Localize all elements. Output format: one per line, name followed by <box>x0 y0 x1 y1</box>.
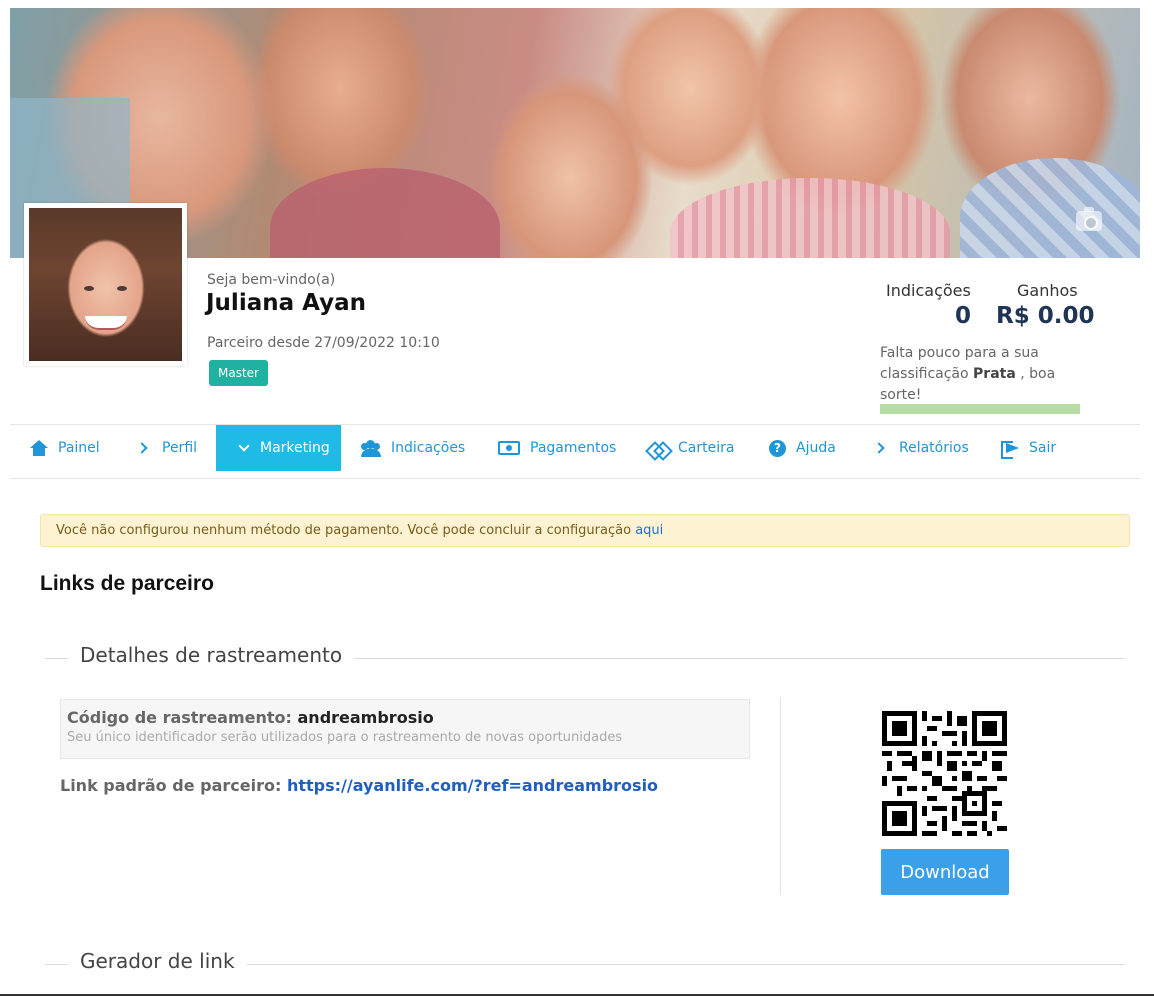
partner-since: Parceiro desde 27/09/2022 10:10 <box>207 335 440 351</box>
nav-label: Indicações <box>391 440 466 456</box>
nav-item-carteira[interactable]: Carteira <box>648 425 734 471</box>
page-title: Links de parceiro <box>40 572 214 595</box>
cover-figure <box>960 158 1140 258</box>
exit-icon <box>1001 441 1019 459</box>
alert-text: Você não configurou nenhum método de pag… <box>56 523 632 538</box>
nav-label: Sair <box>1029 440 1057 456</box>
earnings-label: Ganhos <box>1017 281 1078 300</box>
chevron-right-icon <box>873 442 885 454</box>
nav-item-painel[interactable]: Painel <box>30 425 100 471</box>
nav-label: Carteira <box>678 440 735 456</box>
tracking-code-value: andreambrosio <box>297 708 434 727</box>
avatar-smile <box>85 316 127 330</box>
user-name: Juliana Ayan <box>206 290 366 316</box>
cover-figure <box>670 178 950 258</box>
default-link-line: Link padrão de parceiro: https://ayanlif… <box>60 776 658 795</box>
payment-alert: Você não configurou nenhum método de pag… <box>40 514 1130 547</box>
chevron-down-icon <box>238 440 250 452</box>
alert-configure-link[interactable]: aqui <box>635 523 663 538</box>
earnings-value: R$ 0.00 <box>996 303 1095 329</box>
referrals-value: 0 <box>955 303 972 329</box>
nav-label: Perfil <box>162 440 198 456</box>
nav-item-indicacoes[interactable]: Indicações <box>361 425 465 471</box>
tracking-code-box: Código de rastreamento: andreambrosio Se… <box>60 699 750 759</box>
rank-name: Prata <box>973 366 1016 382</box>
column-divider <box>780 697 781 895</box>
cover-figure <box>270 168 500 258</box>
nav-label: Painel <box>58 440 100 456</box>
users-icon <box>361 440 381 457</box>
default-link-label: Link padrão de parceiro: <box>60 776 282 795</box>
partner-link[interactable]: https://ayanlife.com/?ref=andreambrosio <box>287 776 658 795</box>
rank-progress-bar <box>880 404 1080 414</box>
camera-icon[interactable] <box>1076 207 1102 231</box>
avatar-eye <box>84 286 94 291</box>
tracking-legend: Detalhes de rastreamento <box>68 643 355 667</box>
nav-item-relatorios[interactable]: Relatórios <box>871 425 969 471</box>
qr-code <box>882 711 1007 836</box>
nav-item-perfil[interactable]: Perfil <box>134 425 197 471</box>
help-icon: ? <box>769 439 786 457</box>
welcome-text: Seja bem-vindo(a) <box>207 272 336 288</box>
money-icon <box>498 441 520 455</box>
wallet-icon <box>648 441 668 455</box>
main-nav: Painel Perfil Marketing Indicações Pagam… <box>10 424 1140 479</box>
nav-item-ajuda[interactable]: ? Ajuda <box>769 425 836 471</box>
avatar-eye <box>117 286 127 291</box>
tracking-help-text: Seu único identificador serão utilizados… <box>67 730 623 745</box>
status-badge: Master <box>209 360 268 386</box>
nav-label: Marketing <box>260 440 330 456</box>
nav-item-pagamentos[interactable]: Pagamentos <box>498 425 616 471</box>
nav-item-sair[interactable]: Sair <box>1001 425 1056 471</box>
tracking-code-label: Código de rastreamento: <box>67 708 292 727</box>
nav-label: Ajuda <box>796 440 836 456</box>
avatar-photo <box>29 208 182 361</box>
referrals-label: Indicações <box>886 281 971 300</box>
chevron-right-icon <box>136 442 148 454</box>
generator-legend: Gerador de link <box>68 949 247 973</box>
nav-label: Pagamentos <box>530 440 617 456</box>
rank-message: Falta pouco para a sua classificação Pra… <box>880 343 1080 406</box>
download-qr-button[interactable]: Download <box>881 849 1009 895</box>
avatar <box>24 203 187 366</box>
home-icon <box>30 440 48 456</box>
tracking-code-line: Código de rastreamento: andreambrosio <box>67 708 743 727</box>
nav-label: Relatórios <box>899 440 969 456</box>
nav-item-marketing[interactable]: Marketing <box>216 425 341 471</box>
